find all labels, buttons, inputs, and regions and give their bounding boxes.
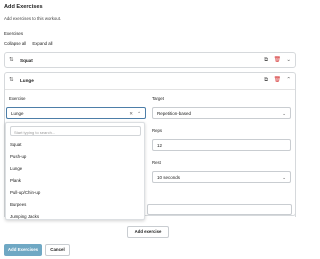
exercise-name: Squat xyxy=(20,58,33,63)
exercise-item-squat[interactable]: ⇅ Squat ⧉ 🗑 ⌄ xyxy=(4,52,296,68)
target-select[interactable]: Repetition-based ⌄ xyxy=(152,107,291,119)
dialog-title: Add Exercises xyxy=(4,4,43,10)
add-exercise-button[interactable]: Add exercise xyxy=(127,226,169,238)
chevron-up-icon[interactable]: ⌃ xyxy=(286,77,291,83)
exercises-section-label: Exercises xyxy=(4,31,24,36)
duplicate-icon[interactable]: ⧉ xyxy=(264,77,268,83)
dropdown-option[interactable]: Push-up xyxy=(10,154,26,159)
reps-field-label: Reps xyxy=(152,128,163,133)
exercise-actions: ⧉ 🗑 ⌃ xyxy=(260,77,291,84)
duplicate-icon[interactable]: ⧉ xyxy=(264,57,268,63)
exercise-header[interactable]: ⇅ Squat ⧉ 🗑 ⌄ xyxy=(5,53,295,69)
drag-handle-icon[interactable]: ⇅ xyxy=(9,77,14,83)
clear-icon[interactable]: ✕ xyxy=(129,111,133,117)
reps-input[interactable]: 12 xyxy=(152,139,291,151)
delete-icon[interactable]: 🗑 xyxy=(274,77,281,83)
exercise-field-label: Exercise xyxy=(9,96,26,101)
dropdown-option[interactable]: Lunge xyxy=(10,166,22,171)
exercise-select-value: Lunge xyxy=(11,111,24,116)
dropdown-option[interactable]: Jumping Jacks xyxy=(10,214,39,219)
reps-input-value: 12 xyxy=(157,143,163,148)
target-select-value: Repetition-based xyxy=(157,111,192,116)
dropdown-search-input[interactable]: Start typing to search... xyxy=(10,126,141,136)
exercise-actions: ⧉ 🗑 ⌄ xyxy=(260,57,291,64)
drag-handle-icon[interactable]: ⇅ xyxy=(9,57,14,63)
chevron-down-icon[interactable]: ⌄ xyxy=(286,57,291,63)
dropdown-option[interactable]: Squat xyxy=(10,142,21,147)
exercise-dropdown: Start typing to search... Squat Push-up … xyxy=(5,122,145,220)
chevron-down-icon: ⌄ xyxy=(282,111,286,116)
dropdown-option[interactable]: Plank xyxy=(10,178,21,183)
rest-select[interactable]: 10 seconds ⌄ xyxy=(152,171,291,183)
rest-select-value: 10 seconds xyxy=(157,175,181,180)
exercise-header[interactable]: ⇅ Lunge ⧉ 🗑 ⌃ xyxy=(5,73,295,89)
divider xyxy=(5,89,295,90)
dropdown-option[interactable]: Burpees xyxy=(10,202,26,207)
expand-all-link[interactable]: Expand all xyxy=(32,41,52,46)
chevron-down-icon: ⌄ xyxy=(282,175,286,180)
rest-field-label: Rest xyxy=(152,160,161,165)
collapse-expand-links: Collapse all Expand all xyxy=(4,41,58,46)
collapse-all-link[interactable]: Collapse all xyxy=(4,41,26,46)
chevron-up-icon[interactable]: ⌃ xyxy=(137,111,141,117)
cancel-button[interactable]: Cancel xyxy=(45,244,70,256)
target-field-label: Target xyxy=(152,96,164,101)
exercise-select[interactable]: Lunge ✕ ⌃ xyxy=(6,107,146,119)
dropdown-option[interactable]: Pull-up/Chin-up xyxy=(10,190,40,195)
exercise-name: Lunge xyxy=(20,78,34,83)
delete-icon[interactable]: 🗑 xyxy=(274,57,281,63)
notes-input[interactable] xyxy=(147,204,292,215)
dialog-subtitle: Add exercises to this workout. xyxy=(4,16,62,21)
add-exercises-submit-button[interactable]: Add Exercises xyxy=(4,244,42,256)
